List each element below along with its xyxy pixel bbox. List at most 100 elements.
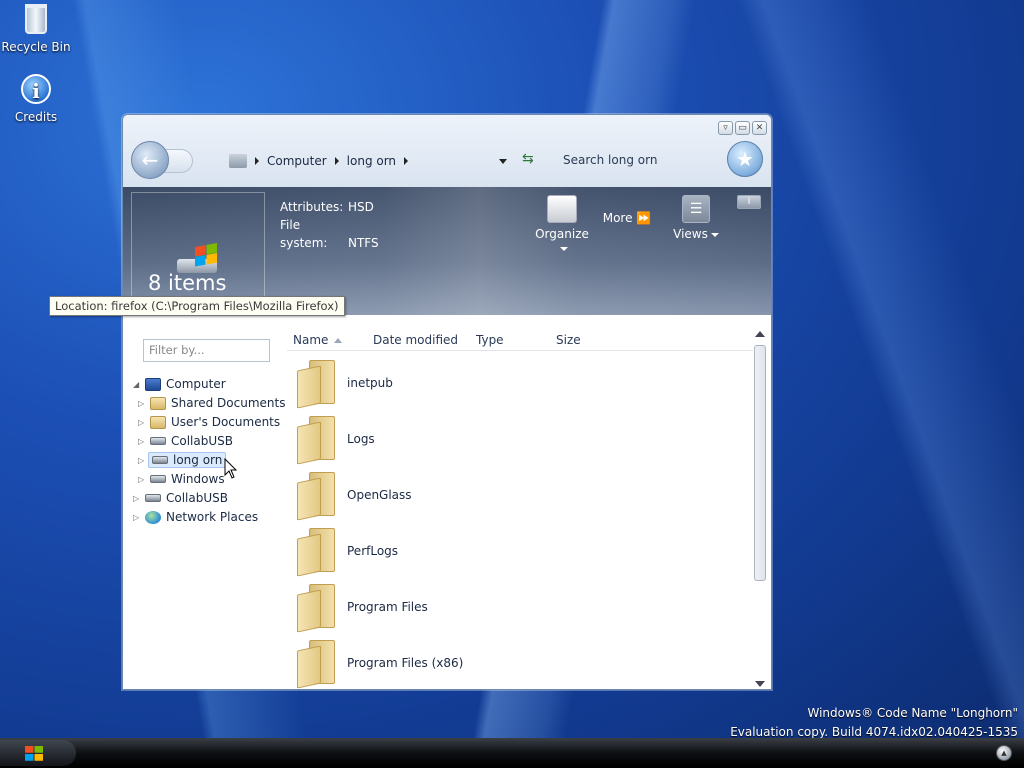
more-label: More [602, 211, 633, 225]
folder-icon [295, 640, 337, 689]
column-label: Name [293, 333, 329, 347]
column-name[interactable]: Name [293, 333, 343, 347]
file-name: OpenGlass [347, 488, 412, 502]
column-type[interactable]: Type [476, 333, 504, 347]
drive-icon [152, 456, 168, 464]
windows-logo-icon [25, 746, 43, 761]
drive-icon [229, 154, 247, 168]
column-size[interactable]: Size [556, 333, 581, 347]
views-icon: ☰ [682, 195, 710, 223]
expand-arrow-icon[interactable]: ▷ [138, 399, 148, 408]
refresh-icon[interactable]: ⇆ [522, 151, 534, 167]
selected-highlight[interactable]: long orn [148, 452, 227, 468]
attr-key: Attributes: [280, 200, 344, 214]
tree-item-computer[interactable]: ◢ Computer [133, 375, 226, 393]
chevron-right-icon[interactable] [255, 157, 259, 165]
drive-icon [145, 494, 161, 502]
views-label: Views [673, 227, 708, 241]
list-item[interactable]: Program Files (x86) [295, 639, 463, 689]
scroll-thumb[interactable] [754, 345, 766, 581]
folder-icon [295, 472, 337, 521]
recycle-bin-shortcut[interactable]: Recycle Bin [0, 2, 72, 54]
expand-arrow-icon[interactable]: ▷ [138, 475, 148, 484]
tray-expand-icon[interactable]: ▲ [996, 745, 1012, 761]
recycle-bin-icon [19, 4, 53, 38]
attributes-panel: Attributes: HSD File system: NTFS [280, 198, 379, 252]
build-watermark: Windows® Code Name "Longhorn" Evaluation… [730, 704, 1018, 742]
organize-icon [547, 195, 577, 223]
scroll-down-icon[interactable] [755, 681, 765, 687]
expand-arrow-icon[interactable]: ◢ [133, 380, 143, 389]
favorites-button[interactable]: ★ [727, 141, 763, 177]
organize-label: Organize [535, 227, 589, 241]
close-button[interactable]: ✕ [752, 121, 767, 135]
file-name: PerfLogs [347, 544, 399, 558]
double-chevron-icon: ⏩ [636, 211, 652, 225]
list-item[interactable]: PerfLogs [295, 527, 399, 577]
maximize-button[interactable]: ▭ [735, 121, 750, 135]
breadcrumb-long-orn[interactable]: long orn [347, 154, 396, 168]
attr-value: NTFS [348, 236, 379, 250]
folder-icon [295, 528, 337, 577]
list-item[interactable]: OpenGlass [295, 471, 412, 521]
folder-icon [295, 584, 337, 633]
location-tooltip: Location: firefox (C:\Program Files\Mozi… [49, 296, 345, 316]
column-headers: Name Date modified Type Size [287, 329, 753, 351]
explorer-window: ▿ ▭ ✕ ← Computer long orn ⇆ Search long … [122, 114, 772, 690]
address-dropdown-icon[interactable] [499, 159, 507, 164]
credits-label: Credits [14, 110, 58, 124]
file-name: Program Files [347, 600, 428, 614]
file-name: Logs [347, 432, 375, 446]
more-button[interactable]: More ⏩ [601, 211, 653, 225]
expand-arrow-icon[interactable]: ▷ [138, 418, 148, 427]
tree-item-long-orn[interactable]: ▷ long orn [138, 451, 227, 469]
expand-arrow-icon[interactable]: ▷ [138, 437, 148, 446]
watermark-line: Windows® Code Name "Longhorn" [807, 706, 1019, 720]
tree-item-label: CollabUSB [171, 434, 233, 448]
items-count: 8 items [148, 271, 227, 295]
drive-icon [150, 437, 166, 445]
network-icon [145, 510, 161, 524]
tree-item-shared-documents[interactable]: ▷ Shared Documents [138, 394, 285, 412]
tree-item-label: Shared Documents [171, 396, 286, 410]
credits-shortcut[interactable]: i Credits [0, 72, 72, 124]
tree-item-collabusb-2[interactable]: ▷ CollabUSB [133, 489, 228, 507]
preview-pane: 8 items [131, 192, 265, 310]
expand-arrow-icon[interactable]: ▷ [133, 494, 143, 503]
chevron-right-icon[interactable] [404, 157, 409, 165]
tree-item-label: long orn [173, 453, 223, 467]
start-button[interactable] [0, 740, 76, 766]
info-button[interactable]: i [737, 195, 761, 209]
title-bar: ▿ ▭ ✕ ← Computer long orn ⇆ Search long … [123, 115, 771, 187]
breadcrumb-computer[interactable]: Computer [267, 154, 327, 168]
file-list: Name Date modified Type Size inetpub Log… [287, 329, 753, 689]
attr-value: HSD [348, 200, 374, 214]
list-item[interactable]: Logs [295, 415, 375, 465]
chevron-right-icon[interactable] [334, 157, 339, 165]
expand-arrow-icon[interactable]: ▷ [138, 456, 148, 465]
folder-icon [295, 416, 337, 465]
scroll-up-icon[interactable] [755, 331, 765, 337]
minimize-button[interactable]: ▿ [718, 121, 733, 135]
back-button[interactable]: ← [131, 141, 169, 179]
vertical-scrollbar[interactable] [753, 331, 767, 687]
list-item[interactable]: inetpub [295, 359, 393, 409]
tree-item-collabusb[interactable]: ▷ CollabUSB [138, 432, 233, 450]
tree-item-label: CollabUSB [166, 491, 228, 505]
expand-arrow-icon[interactable]: ▷ [133, 513, 143, 522]
list-item[interactable]: Program Files [295, 583, 428, 633]
computer-icon [145, 377, 161, 391]
sort-ascending-icon [334, 338, 343, 343]
tree-item-network-places[interactable]: ▷ Network Places [133, 508, 258, 526]
views-button[interactable]: ☰ Views [673, 195, 719, 241]
recycle-bin-label: Recycle Bin [1, 40, 71, 54]
address-bar[interactable]: Computer long orn [229, 151, 409, 171]
filter-input[interactable]: Filter by... [143, 339, 270, 362]
tree-item-windows[interactable]: ▷ Windows [138, 470, 225, 488]
folder-icon [295, 360, 337, 409]
organize-button[interactable]: Organize [531, 195, 593, 255]
search-input[interactable]: Search long orn [563, 153, 657, 167]
file-name: inetpub [347, 376, 393, 390]
tree-item-users-documents[interactable]: ▷ User's Documents [138, 413, 280, 431]
column-date-modified[interactable]: Date modified [373, 333, 458, 347]
